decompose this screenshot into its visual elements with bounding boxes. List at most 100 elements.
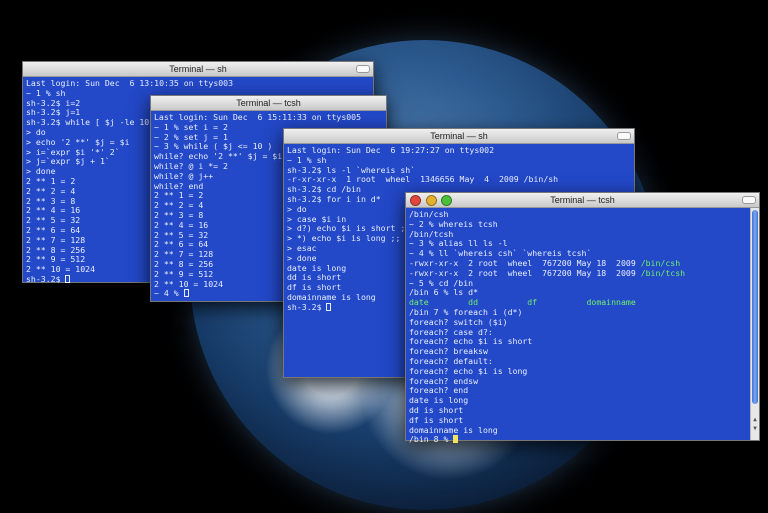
toolbar-toggle-button[interactable] xyxy=(742,196,756,204)
line-text: sh-3.2$ i=2 xyxy=(26,97,81,108)
line-text: ~ 1 % sh xyxy=(287,154,327,165)
line-text: /bin 7 % foreach i (d*) xyxy=(409,306,523,317)
line-text: domainname is long xyxy=(287,291,376,302)
line-text: > j=`expr $j + 1` xyxy=(26,156,110,167)
line-text: foreach? case d?: xyxy=(409,326,493,337)
line-text: 2 ** 10 = 1024 xyxy=(26,264,96,275)
line-text: 2 ** 6 = 64 xyxy=(154,239,209,250)
line-text: df is short xyxy=(409,414,464,425)
line-text: while? end xyxy=(154,180,204,191)
line-text: > do xyxy=(287,203,307,214)
highlighted-text: /bin/csh xyxy=(640,257,681,268)
window-title: Terminal — sh xyxy=(169,64,227,74)
window-titlebar[interactable]: Terminal — tcsh xyxy=(151,96,386,111)
scrollbar-thumb[interactable] xyxy=(752,210,758,404)
line-text: 2 ** 8 = 256 xyxy=(154,258,214,269)
line-text: foreach? endsw xyxy=(409,375,479,386)
line-text: ~ 2 % set j = 1 xyxy=(154,131,228,142)
window-titlebar[interactable]: Terminal — sh xyxy=(284,129,634,144)
terminal-line: /bin 8 % xyxy=(409,434,747,445)
zoom-button[interactable] xyxy=(441,195,453,206)
line-text: /bin 6 % ls d* xyxy=(409,287,479,298)
line-text: > *) echo $i is long ;; xyxy=(287,233,401,244)
window-titlebar[interactable]: Terminal — sh xyxy=(23,62,373,77)
text-cursor xyxy=(65,274,71,283)
line-text: foreach? switch ($i) xyxy=(409,316,508,327)
line-text: while? echo '2 **' $j = $i xyxy=(154,151,283,162)
line-text: /bin/tcsh xyxy=(409,228,454,239)
line-text: ~ 4 % ll `whereis csh` `whereis tcsh` xyxy=(409,248,592,259)
line-text: df is short xyxy=(287,282,342,293)
line-text: Last login: Sun Dec 6 19:27:27 on ttys00… xyxy=(287,145,495,155)
line-text: 2 ** 8 = 256 xyxy=(26,244,86,255)
line-text: -r-xr-xr-x 1 root wheel 1346656 May 4 20… xyxy=(287,174,559,185)
line-text: 2 ** 9 = 512 xyxy=(26,254,86,265)
line-text: 2 ** 3 = 8 xyxy=(154,209,204,220)
line-text: sh-3.2$ xyxy=(287,301,327,312)
text-cursor xyxy=(326,302,332,311)
window-title: Terminal — tcsh xyxy=(550,195,615,205)
scroll-up-arrow-icon[interactable]: ▲ xyxy=(751,416,759,424)
line-text: /bin 8 % xyxy=(409,434,454,445)
line-text: sh-3.2$ xyxy=(26,273,66,284)
line-text: foreach? echo $i is short xyxy=(409,336,533,347)
line-text: foreach? end xyxy=(409,385,469,396)
line-text: 2 ** 3 = 8 xyxy=(26,195,76,206)
line-text: ~ 1 % set i = 2 xyxy=(154,121,228,132)
line-text: 2 ** 4 = 16 xyxy=(154,219,209,230)
line-text: domainname is long xyxy=(409,424,498,435)
line-text: 2 ** 1 = 2 xyxy=(154,190,204,201)
line-text: > esac xyxy=(287,242,317,253)
line-text: -rwxr-xr-x 2 root wheel 767200 May 18 20… xyxy=(409,267,641,278)
line-text: 2 ** 2 = 4 xyxy=(26,185,76,196)
line-text: dd is short xyxy=(409,404,464,415)
line-text: date is long xyxy=(409,395,469,406)
minimize-button[interactable] xyxy=(425,195,437,206)
window-title: Terminal — tcsh xyxy=(236,98,301,108)
terminal-line: Last login: Sun Dec 6 19:27:27 on ttys00… xyxy=(287,145,631,156)
highlighted-text: date dd df domainname xyxy=(409,297,636,308)
terminal-line: Last login: Sun Dec 6 13:10:35 on ttys00… xyxy=(26,78,370,89)
line-text: ~ 5 % cd /bin xyxy=(409,277,474,288)
terminal-line: ~ 2 % whereis tcsh xyxy=(409,218,747,230)
line-text: ~ 4 % xyxy=(154,288,184,299)
line-text: foreach? echo $i is long xyxy=(409,365,528,376)
line-text: Last login: Sun Dec 6 13:10:35 on ttys00… xyxy=(26,78,234,88)
line-text: ~ 3 % alias ll ls -l xyxy=(409,238,508,249)
line-text: > done xyxy=(287,252,317,263)
line-text: > done xyxy=(26,166,56,177)
line-text: > d?) echo $i is short ;; xyxy=(287,223,411,234)
line-text: 2 ** 6 = 64 xyxy=(26,224,81,235)
close-button[interactable] xyxy=(410,195,421,206)
line-text: sh-3.2$ while [ $j -le 10 ] xyxy=(26,117,160,128)
line-text: > i=`expr $i '*' 2` xyxy=(26,146,120,157)
window-titlebar[interactable]: Terminal — tcsh xyxy=(406,193,759,208)
line-text: dd is short xyxy=(287,272,342,283)
line-text: sh-3.2$ j=1 xyxy=(26,107,81,118)
line-text: sh-3.2$ cd /bin xyxy=(287,184,361,195)
line-text: 2 ** 2 = 4 xyxy=(154,200,204,211)
line-text: 2 ** 7 = 128 xyxy=(26,234,86,245)
line-text: /bin/csh xyxy=(409,209,449,219)
line-text: ~ 2 % whereis tcsh xyxy=(409,218,498,229)
terminal-line: domainname is long xyxy=(409,424,747,436)
line-text: 2 ** 5 = 32 xyxy=(26,215,81,226)
vertical-scrollbar[interactable]: ▲ ▼ xyxy=(750,208,759,440)
terminal-output[interactable]: /bin/csh ~ 2 % whereis tcsh/bin/tcsh ~ 3 %… xyxy=(406,208,759,447)
line-text: 2 ** 9 = 512 xyxy=(154,268,214,279)
text-cursor xyxy=(183,289,189,298)
line-text: ~ 3 % while ( $j <= 10 ) xyxy=(154,141,273,152)
line-text: sh-3.2$ for i in d* xyxy=(287,193,381,204)
line-text: 2 ** 7 = 128 xyxy=(154,249,214,260)
line-text: while? @ j++ xyxy=(154,170,214,181)
window-title: Terminal — sh xyxy=(430,131,488,141)
line-text: 2 ** 10 = 1024 xyxy=(154,278,224,289)
toolbar-toggle-button[interactable] xyxy=(617,132,631,140)
terminal-window-tcsh-front[interactable]: Terminal — tcsh /bin/csh ~ 2 % whereis tc… xyxy=(405,192,760,444)
line-text: 2 ** 1 = 2 xyxy=(26,175,76,186)
toolbar-toggle-button[interactable] xyxy=(356,65,370,73)
text-cursor xyxy=(453,435,459,444)
line-text: Last login: Sun Dec 6 15:11:33 on ttys00… xyxy=(154,112,362,122)
scroll-down-arrow-icon[interactable]: ▼ xyxy=(751,425,759,433)
line-text: 2 ** 5 = 32 xyxy=(154,229,209,240)
